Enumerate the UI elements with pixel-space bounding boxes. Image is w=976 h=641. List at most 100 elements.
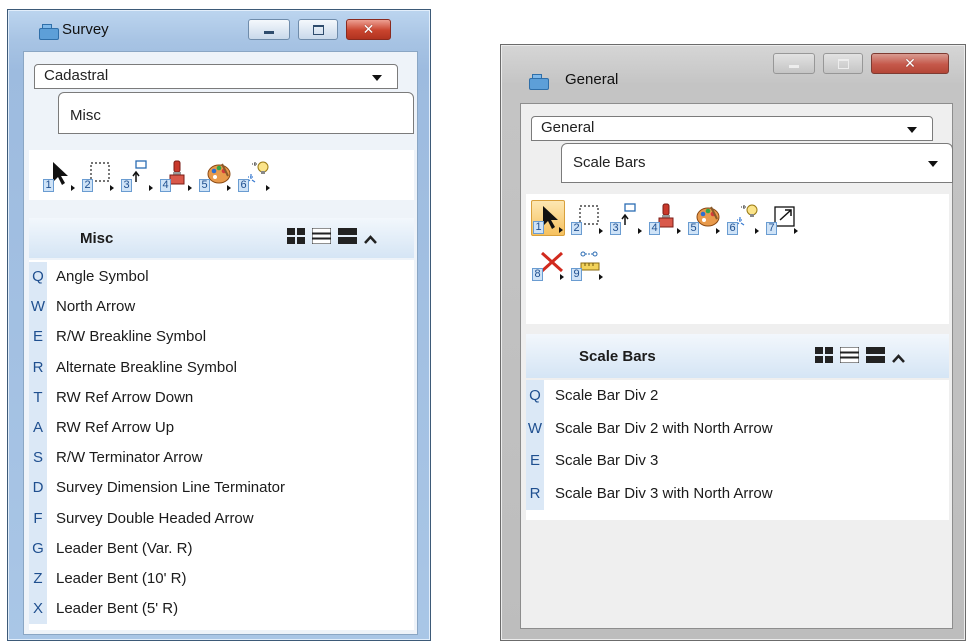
list-view-icon[interactable] xyxy=(311,227,332,249)
tool-2-button[interactable]: 2 xyxy=(81,157,115,193)
tool-6-button[interactable]: 6 xyxy=(726,200,760,236)
flyout-triangle-icon xyxy=(266,185,270,191)
general-close-button[interactable]: ✕ xyxy=(871,53,949,74)
general-maximize-button[interactable] xyxy=(823,53,863,74)
tool-number: 3 xyxy=(610,222,621,235)
tool-number: 3 xyxy=(121,179,132,192)
icon-view-icon[interactable] xyxy=(287,228,305,249)
list-item[interactable]: X Leader Bent (5' R) xyxy=(29,594,414,625)
tool-1-button[interactable]: 1 xyxy=(531,200,565,236)
shortcut-key: Q xyxy=(526,380,544,413)
list-view-icon[interactable] xyxy=(839,346,860,368)
list-item[interactable]: Q Angle Symbol xyxy=(29,262,414,293)
list-item[interactable]: G Leader Bent (Var. R) xyxy=(29,533,414,564)
shortcut-key: D xyxy=(29,473,47,504)
tool-9-button[interactable]: 9 xyxy=(570,246,604,282)
list-item[interactable]: S R/W Terminator Arrow xyxy=(29,443,414,474)
general-client: General Scale Bars 123456789 Scale Bars … xyxy=(520,103,953,629)
list-item[interactable]: Q Scale Bar Div 2 xyxy=(526,380,949,413)
shortcut-key: W xyxy=(526,412,544,445)
flyout-triangle-icon xyxy=(149,185,153,191)
general-subtab-dropdown[interactable]: Scale Bars xyxy=(561,143,953,183)
shortcut-key: Z xyxy=(29,564,47,595)
survey-titlebar[interactable]: Survey ✕ xyxy=(8,10,430,44)
tool-number: 8 xyxy=(532,268,543,281)
survey-section-title: Misc xyxy=(80,230,114,247)
shortcut-key: F xyxy=(29,503,47,534)
tool-5-button[interactable]: 5 xyxy=(198,157,232,193)
list-item-label: RW Ref Arrow Up xyxy=(56,419,175,436)
tool-5-button[interactable]: 5 xyxy=(687,200,721,236)
flyout-triangle-icon xyxy=(188,185,192,191)
tool-3-button[interactable]: 3 xyxy=(609,200,643,236)
tool-6-button[interactable]: 6 xyxy=(237,157,271,193)
list-item[interactable]: D Survey Dimension Line Terminator xyxy=(29,473,414,504)
list-item-label: Scale Bar Div 3 xyxy=(555,452,659,469)
list-item[interactable]: T RW Ref Arrow Down xyxy=(29,382,414,413)
list-item[interactable]: R Scale Bar Div 3 with North Arrow xyxy=(526,477,949,510)
flyout-triangle-icon xyxy=(227,185,231,191)
survey-subtab[interactable]: Misc xyxy=(58,92,414,134)
detail-view-icon[interactable] xyxy=(338,228,357,249)
flyout-triangle-icon xyxy=(599,274,603,280)
tool-number: 5 xyxy=(688,222,699,235)
shortcut-key: E xyxy=(29,322,47,353)
flyout-triangle-icon xyxy=(755,228,759,234)
list-item[interactable]: Z Leader Bent (10' R) xyxy=(29,564,414,595)
close-icon: ✕ xyxy=(362,21,375,38)
list-item-label: Leader Bent (10' R) xyxy=(56,570,187,587)
collapse-chevron-up-icon[interactable] xyxy=(892,350,905,368)
list-item[interactable]: F Survey Double Headed Arrow xyxy=(29,503,414,534)
detail-view-icon[interactable] xyxy=(866,347,885,368)
list-item[interactable]: E Scale Bar Div 3 xyxy=(526,445,949,478)
general-tab-dropdown[interactable]: General xyxy=(531,116,933,141)
survey-close-button[interactable]: ✕ xyxy=(346,19,391,40)
collapse-chevron-up-icon[interactable] xyxy=(364,231,377,249)
list-item-label: R/W Breakline Symbol xyxy=(56,328,207,346)
general-titlebar[interactable]: General ✕ xyxy=(501,45,965,90)
chevron-down-icon xyxy=(928,161,938,167)
tool-1-button[interactable]: 1 xyxy=(42,157,76,193)
list-item[interactable]: W Scale Bar Div 2 with North Arrow xyxy=(526,412,949,445)
tool-7-button[interactable]: 7 xyxy=(765,200,799,236)
tool-3-button[interactable]: 3 xyxy=(120,157,154,193)
icon-view-icon[interactable] xyxy=(815,347,833,368)
general-item-list: Q Scale Bar Div 2 W Scale Bar Div 2 with No… xyxy=(526,380,949,520)
list-item[interactable]: A RW Ref Arrow Up xyxy=(29,413,414,444)
tool-number: 4 xyxy=(649,222,660,235)
list-item-label: Angle Symbol xyxy=(56,268,149,285)
shortcut-key: A xyxy=(29,413,47,444)
survey-maximize-button[interactable] xyxy=(298,19,338,40)
tool-number: 2 xyxy=(82,179,93,192)
flyout-triangle-icon xyxy=(677,228,681,234)
survey-section-header[interactable]: Misc xyxy=(29,218,414,258)
survey-minimize-button[interactable] xyxy=(248,19,290,40)
general-section-header[interactable]: Scale Bars xyxy=(526,334,949,378)
tool-number: 6 xyxy=(238,179,249,192)
survey-window: Survey ✕ Cadastral Misc 1 2 3 45 6 Misc Q An… xyxy=(7,9,431,641)
survey-tab-dropdown[interactable]: Cadastral xyxy=(34,64,398,89)
tool-number: 7 xyxy=(766,222,777,235)
tool-8-button[interactable]: 8 xyxy=(531,246,565,282)
close-icon: ✕ xyxy=(904,55,916,72)
shortcut-key: W xyxy=(29,292,47,323)
list-item-label: Survey Double Headed Arrow xyxy=(56,509,254,527)
tool-2-button[interactable]: 2 xyxy=(570,200,604,236)
shortcut-key: Q xyxy=(29,262,47,293)
general-minimize-button[interactable] xyxy=(773,53,815,74)
list-item[interactable]: W North Arrow xyxy=(29,292,414,323)
list-item-label: Scale Bar Div 2 with North Arrow xyxy=(555,419,773,437)
tool-number: 1 xyxy=(43,179,54,192)
flyout-triangle-icon xyxy=(794,228,798,234)
list-item[interactable]: E R/W Breakline Symbol xyxy=(29,322,414,353)
survey-tab-label: Cadastral xyxy=(44,67,109,84)
tool-4-button[interactable]: 4 xyxy=(159,157,193,193)
general-section-title: Scale Bars xyxy=(579,348,656,365)
chevron-down-icon xyxy=(372,75,382,81)
tool-number: 5 xyxy=(199,179,210,192)
list-item[interactable]: R Alternate Breakline Symbol xyxy=(29,352,414,383)
flyout-triangle-icon xyxy=(599,228,603,234)
survey-window-title: Survey xyxy=(62,21,109,38)
tool-4-button[interactable]: 4 xyxy=(648,200,682,236)
general-window-title: General xyxy=(565,71,619,88)
